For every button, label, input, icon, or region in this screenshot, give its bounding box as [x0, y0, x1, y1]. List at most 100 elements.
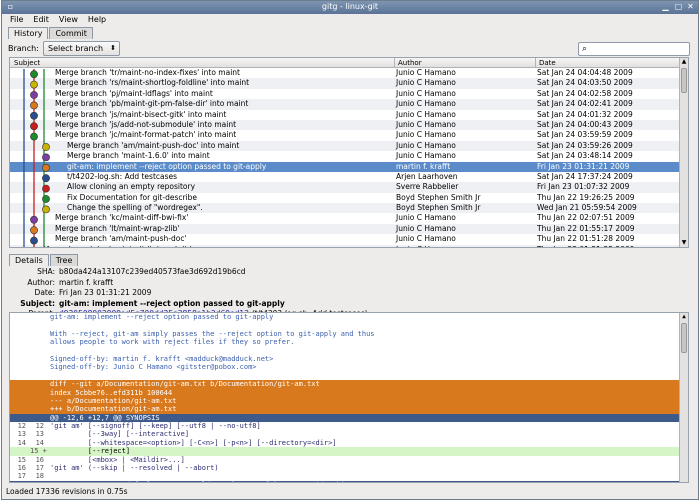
revision-row[interactable]: Merge branch 'pb/maint-git-pm-false-dir'…	[10, 99, 688, 110]
commit-node	[42, 205, 50, 214]
old-line-number: 13	[17, 430, 26, 439]
author-label: Author:	[27, 277, 55, 287]
revision-date: Thu Jan 22 19:26:25 2009	[537, 192, 635, 202]
commit-node	[30, 215, 38, 224]
revision-row[interactable]: git-am: implement --reject option passed…	[10, 161, 688, 172]
diff-text: +++ b/Documentation/git-am.txt	[50, 405, 177, 414]
main-tabs: History Commit	[2, 26, 698, 39]
revision-row[interactable]: Change the spelling of "wordregex". Boyd …	[10, 203, 688, 214]
revision-subject: Merge branch 'js/add-not-submodule' into…	[55, 119, 237, 129]
branch-select[interactable]: Select branch ⬍	[43, 41, 120, 56]
commit-node	[30, 70, 38, 79]
diff-text: [<mbox> | <Maildir>...]	[50, 455, 185, 464]
commit-node	[30, 91, 38, 99]
revision-subject: Merge branch 'am/maint-push-doc'	[55, 234, 187, 244]
revision-row[interactable]: Fix Documentation for git-describe Boyd S…	[10, 193, 688, 203]
diff-text: 'git am' [--signoff] [--keep] [--utf8 | …	[50, 422, 261, 431]
main-window: ▫ gitg - linux-git ▁ ▢ ✕ File Edit View …	[1, 0, 699, 500]
diff-line: @@ -12,6 +12,7 @@ SYNOPSIS	[10, 413, 688, 423]
revision-date: Sat Jan 24 17:37:24 2009	[537, 171, 633, 181]
revision-subject: Merge branch 'pb/maint-git-pm-false-dir'…	[55, 99, 249, 109]
scroll-down-icon[interactable]: ▼	[680, 239, 688, 247]
commit-node	[42, 195, 50, 203]
menu-edit[interactable]: Edit	[33, 14, 49, 26]
revision-row[interactable]: Merge branch 'sg/maint-gitdir-in-subdir'…	[10, 244, 688, 247]
revision-subject: Merge branch 'lt/maint-wrap-zlib'	[55, 223, 180, 233]
revision-author: Boyd Stephen Smith Jr	[396, 192, 481, 202]
revision-list-scrollbar[interactable]: ▲ ▼	[679, 58, 688, 247]
diff-scroll-thumb[interactable]	[681, 323, 687, 353]
revision-subject: git-am: implement --reject option passed…	[67, 161, 267, 171]
menu-bar: File Edit View Help	[2, 14, 698, 26]
pane-splitter[interactable]	[9, 249, 689, 253]
revision-date: Sat Jan 24 04:01:32 2009	[537, 109, 633, 119]
revision-rows: Merge branch 'tr/maint-no-index-fixes' i…	[10, 68, 688, 247]
commit-node	[30, 101, 38, 110]
revision-date: Thu Jan 22 01:55:17 2009	[537, 223, 635, 233]
old-line-number: 14	[17, 438, 26, 447]
commit-node	[30, 226, 38, 235]
revision-row[interactable]: t/t4202-log.sh: Add testcases Arjen Laarh…	[10, 172, 688, 182]
commit-node	[42, 184, 50, 193]
diff-line: 15 16 [<mbox> | <Maildir>...]	[10, 456, 688, 464]
revision-row[interactable]: Merge branch 'lt/maint-wrap-zlib' Junio C…	[10, 223, 688, 235]
revision-author: Junio C Hamano	[396, 78, 456, 88]
diff-text: --- a/Documentation/git-am.txt	[50, 396, 177, 405]
close-icon[interactable]: ✕	[685, 2, 696, 12]
scroll-up-icon[interactable]: ▲	[680, 58, 688, 66]
tab-commit[interactable]: Commit	[49, 27, 93, 39]
diff-view: git-am: implement --reject option passed…	[9, 312, 689, 483]
revision-date: Sat Jan 24 03:59:59 2009	[537, 130, 633, 140]
column-header-subject[interactable]: Subject	[12, 58, 40, 68]
revision-row[interactable]: Merge branch 'kc/maint-diff-bwi-fix' Juni…	[10, 213, 688, 223]
revision-row[interactable]: Merge branch 'am/maint-push-doc' Junio C …	[10, 234, 688, 244]
revision-author: Junio C Hamano	[396, 223, 456, 233]
branch-label: Branch:	[8, 44, 39, 53]
revision-subject: Merge branch 'maint-1.6.0' into maint	[67, 151, 210, 161]
revision-list-header: Subject Author Date	[10, 58, 688, 68]
diff-lines: git-am: implement --reject option passed…	[10, 313, 688, 482]
revision-row[interactable]: Merge branch 'js/add-not-submodule' into…	[10, 119, 688, 131]
column-header-author[interactable]: Author	[396, 58, 422, 68]
revision-row[interactable]: Merge branch 'tr/maint-no-index-fixes' i…	[10, 68, 688, 78]
diff-line: +++ b/Documentation/git-am.txt	[10, 405, 688, 414]
diff-text: @@ -63,6 +64,7 @@ default. You could use…	[50, 481, 353, 482]
status-bar: Loaded 17336 revisions in 0.75s	[6, 487, 128, 496]
maximize-icon[interactable]: ▢	[673, 2, 684, 12]
menu-file[interactable]: File	[10, 14, 23, 26]
revision-author: Junio C Hamano	[396, 213, 456, 223]
revision-date: Sat Jan 24 04:00:43 2009	[537, 119, 633, 129]
minimize-icon[interactable]: ▁	[660, 2, 671, 12]
diff-scrollbar[interactable]: ▲	[679, 313, 688, 482]
revision-row[interactable]: Merge branch 'maint-1.6.0' into maint Jun…	[10, 151, 688, 161]
column-header-date[interactable]: Date	[537, 58, 556, 68]
revision-row[interactable]: Allow cloning an empty repository Sverre …	[10, 182, 688, 193]
tab-history[interactable]: History	[8, 27, 49, 39]
menu-help[interactable]: Help	[88, 14, 106, 26]
tab-tree[interactable]: Tree	[49, 254, 79, 266]
diff-text: With --reject, git-am simply passes the …	[50, 329, 375, 338]
revision-row[interactable]: Merge branch 'pj/maint-ldflags' into mai…	[10, 89, 688, 99]
diff-text: 'git am' (--skip | --resolved | --abort)	[50, 464, 219, 473]
revision-row[interactable]: Merge branch 'am/maint-push-doc' into ma…	[10, 140, 688, 152]
revision-row[interactable]: Merge branch 'js/maint-bisect-gitk' into…	[10, 110, 688, 120]
diff-line: 14 14 [--whitespace=<option>] [-C<n>] [-p…	[10, 439, 688, 447]
revision-date: Sat Jan 24 04:03:50 2009	[537, 78, 633, 88]
diff-line: Signed-off-by: martin f. krafft <madduck…	[10, 355, 688, 363]
new-line-number: 18	[35, 472, 44, 481]
revision-author: Arjen Laarhoven	[396, 171, 458, 181]
date-value: Fri Jan 23 01:31:21 2009	[59, 288, 152, 297]
new-line-number: 15 +	[30, 447, 47, 456]
diff-scroll-up-icon[interactable]: ▲	[680, 313, 688, 321]
revision-date: Thu Jan 22 01:51:28 2009	[537, 234, 635, 244]
author-value: martin f. krafft	[59, 277, 114, 287]
search-input[interactable]: ⌕	[578, 42, 690, 56]
menu-view[interactable]: View	[59, 14, 78, 26]
revision-row[interactable]: Merge branch 'jc/maint-format-patch' int…	[10, 130, 688, 140]
tab-details[interactable]: Details	[9, 254, 49, 266]
diff-text: @@ -12,6 +12,7 @@ SYNOPSIS	[50, 413, 160, 422]
diff-line: git-am: implement --reject option passed…	[10, 313, 688, 321]
revision-subject: Merge branch 'js/maint-bisect-gitk' into…	[55, 109, 227, 119]
scroll-thumb[interactable]	[681, 68, 687, 93]
revision-row[interactable]: Merge branch 'rs/maint-shortlog-foldline…	[10, 78, 688, 89]
